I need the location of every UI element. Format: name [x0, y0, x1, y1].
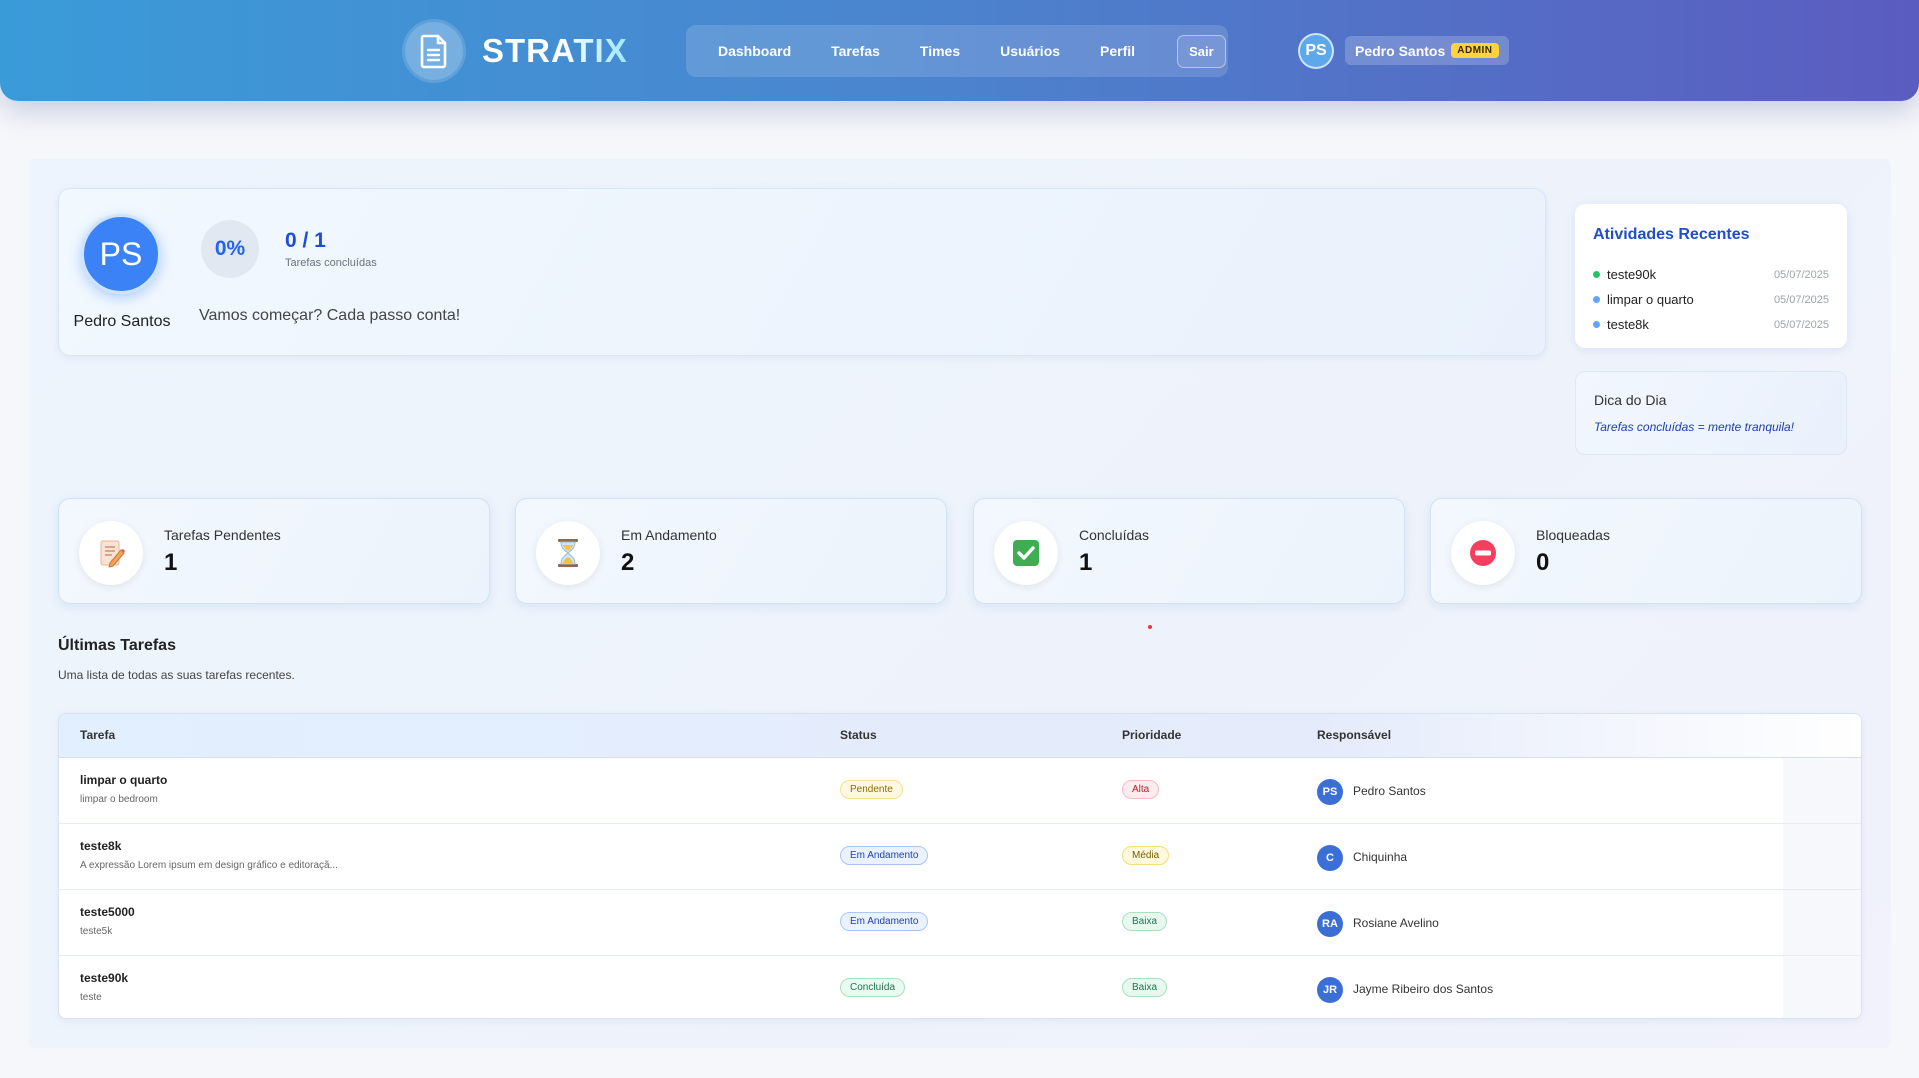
activity-name: teste90k: [1607, 267, 1657, 282]
column-header-tarefa[interactable]: Tarefa: [80, 728, 115, 742]
recent-tasks-subtitle: Uma lista de todas as suas tarefas recen…: [58, 668, 295, 682]
stat-value: 1: [164, 549, 178, 576]
activity-name: teste8k: [1607, 317, 1649, 332]
status-badge: Em Andamento: [840, 912, 929, 931]
user-avatar[interactable]: PS: [1298, 33, 1334, 69]
recent-activities-list: teste90k 05/07/2025 limpar o quarto 05/0…: [1593, 262, 1829, 337]
brand-logo[interactable]: STRATIX: [482, 33, 628, 69]
recent-tasks-title: Últimas Tarefas: [58, 637, 176, 654]
nav-dashboard[interactable]: Dashboard: [698, 35, 811, 67]
task-title: limpar o quarto: [80, 773, 168, 787]
status-badge: Concluída: [840, 978, 906, 997]
stat-card-blocked[interactable]: Bloqueadas 0: [1430, 498, 1862, 604]
stat-value: 2: [621, 549, 635, 576]
row-edge-shade: [1783, 758, 1861, 823]
table-row[interactable]: teste5000 teste5k Em Andamento Baixa RA …: [59, 890, 1861, 956]
priority-badge: Média: [1122, 846, 1170, 865]
task-description: teste5k: [80, 926, 113, 937]
stat-card-pending[interactable]: Tarefas Pendentes 1: [58, 498, 490, 604]
hourglass-icon: [536, 521, 600, 585]
main-nav: Dashboard Tarefas Times Usuários Perfil …: [686, 25, 1228, 77]
tasks-ratio-label: Tarefas concluídas: [285, 257, 377, 269]
stat-card-in-progress[interactable]: Em Andamento 2: [515, 498, 947, 604]
logo-document-icon[interactable]: [405, 22, 463, 80]
activity-date: 05/07/2025: [1773, 268, 1829, 281]
activity-date: 05/07/2025: [1773, 318, 1829, 331]
activity-item[interactable]: teste90k 05/07/2025: [1593, 262, 1829, 287]
no-entry-icon: [1451, 521, 1515, 585]
task-title: teste90k: [80, 971, 129, 985]
profile-name: Pedro Santos: [73, 313, 171, 330]
assignee-avatar: JR: [1317, 977, 1343, 1003]
stat-label: Tarefas Pendentes: [164, 527, 281, 543]
status-badge: Pendente: [840, 780, 903, 799]
assignee-name: Rosiane Avelino: [1353, 916, 1439, 930]
role-badge: ADMIN: [1451, 43, 1499, 58]
profile-card: PS Pedro Santos 0% 0 / 1 Tarefas concluí…: [58, 188, 1546, 356]
status-badge: Em Andamento: [840, 846, 929, 865]
recent-activities-card: Atividades Recentes teste90k 05/07/2025 …: [1575, 204, 1847, 348]
status-dot-icon: [1593, 321, 1600, 328]
nav-tarefas[interactable]: Tarefas: [811, 35, 900, 67]
stat-value: 0: [1536, 549, 1550, 576]
nav-perfil[interactable]: Perfil: [1080, 35, 1155, 67]
motivation-text: Vamos começar? Cada passo conta!: [199, 307, 461, 324]
memo-icon: [79, 521, 143, 585]
user-name: Pedro Santos: [1355, 42, 1446, 59]
stat-label: Em Andamento: [621, 527, 717, 543]
table-header: Tarefa Status Prioridade Responsável: [59, 714, 1861, 758]
task-title: teste8k: [80, 839, 122, 853]
user-chip[interactable]: Pedro Santos ADMIN: [1345, 36, 1509, 65]
row-edge-shade: [1783, 890, 1861, 955]
status-dot-icon: [1593, 271, 1600, 278]
priority-badge: Baixa: [1122, 978, 1168, 997]
priority-badge: Alta: [1122, 780, 1160, 799]
assignee-avatar: PS: [1317, 779, 1343, 805]
assignee-name: Pedro Santos: [1353, 784, 1426, 798]
nav-usuarios[interactable]: Usuários: [980, 35, 1080, 67]
row-edge-shade: [1783, 824, 1861, 889]
tasks-ratio: 0 / 1: [285, 229, 326, 252]
assignee-name: Chiquinha: [1353, 850, 1408, 864]
stat-label: Bloqueadas: [1536, 527, 1610, 543]
table-row[interactable]: teste8k A expressão Lorem ipsum em desig…: [59, 824, 1861, 890]
column-header-status[interactable]: Status: [840, 728, 877, 742]
task-title: teste5000: [80, 905, 135, 919]
recent-activities-title: Atividades Recentes: [1593, 226, 1750, 243]
assignee-avatar: C: [1317, 845, 1343, 871]
activity-name: limpar o quarto: [1607, 292, 1694, 307]
indicator-dot: [1148, 625, 1152, 629]
tip-title: Dica do Dia: [1594, 392, 1667, 408]
column-header-prioridade[interactable]: Prioridade: [1122, 728, 1181, 742]
activity-item[interactable]: teste8k 05/07/2025: [1593, 312, 1829, 337]
assignee-name: Jayme Ribeiro dos Santos: [1353, 982, 1494, 996]
activity-item[interactable]: limpar o quarto 05/07/2025: [1593, 287, 1829, 312]
assignee-avatar: RA: [1317, 911, 1343, 937]
table-row[interactable]: limpar o quarto limpar o bedroom Pendent…: [59, 758, 1861, 824]
task-description: A expressão Lorem ipsum em design gráfic…: [80, 860, 338, 871]
profile-avatar: PS: [81, 214, 161, 294]
check-icon: [994, 521, 1058, 585]
activity-date: 05/07/2025: [1773, 293, 1829, 306]
stat-value: 1: [1079, 549, 1093, 576]
nav-times[interactable]: Times: [900, 35, 980, 67]
table-row[interactable]: teste90k teste Concluída Baixa JR Jayme …: [59, 956, 1861, 1018]
top-header: STRATIX Dashboard Tarefas Times Usuários…: [0, 0, 1919, 101]
priority-badge: Baixa: [1122, 912, 1168, 931]
tip-of-the-day-card: Dica do Dia Tarefas concluídas = mente t…: [1575, 371, 1847, 455]
progress-circle: 0%: [201, 220, 259, 278]
tip-text: Tarefas concluídas = mente tranquila!: [1594, 420, 1795, 434]
recent-tasks-table: Tarefa Status Prioridade Responsável lim…: [58, 713, 1862, 1019]
task-description: limpar o bedroom: [80, 794, 158, 805]
stat-card-completed[interactable]: Concluídas 1: [973, 498, 1405, 604]
column-header-responsavel[interactable]: Responsável: [1317, 728, 1391, 742]
stat-label: Concluídas: [1079, 527, 1150, 543]
status-dot-icon: [1593, 296, 1600, 303]
row-edge-shade: [1783, 956, 1861, 1018]
task-description: teste: [80, 992, 102, 1003]
logout-button[interactable]: Sair: [1177, 34, 1226, 68]
